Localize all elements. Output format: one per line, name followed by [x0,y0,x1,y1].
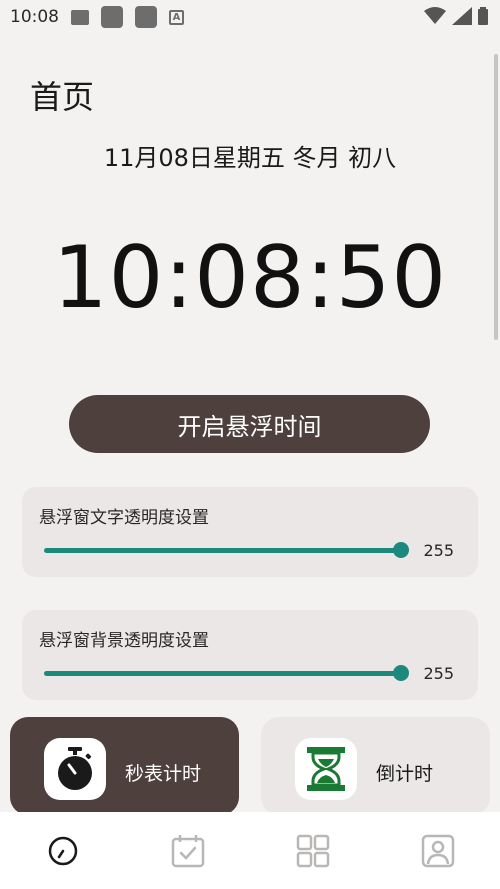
nav-tools[interactable] [283,821,343,881]
app-notification-icon-2 [135,6,157,28]
background-opacity-value: 255 [423,664,454,683]
stopwatch-label: 秒表计时 [125,763,202,785]
text-opacity-slider-thumb[interactable] [393,542,409,558]
text-opacity-value: 255 [423,541,454,560]
background-opacity-slider-thumb[interactable] [393,665,409,681]
hourglass-icon-box [295,738,357,800]
countdown-tile[interactable]: 倒计时 [261,717,490,815]
clock-icon [48,836,77,865]
text-opacity-slider-track[interactable] [44,548,402,553]
status-right-icons [424,7,488,25]
date-display: 11月08日星期五 冬月 初八 [103,144,397,172]
grid-icon [296,834,329,867]
background-opacity-card: 悬浮窗背景透明度设置 255 [22,610,478,700]
hourglass-icon [307,747,345,791]
status-bar: 10:08 A [0,0,500,34]
calendar-check-icon [171,834,204,867]
start-floating-time-button[interactable]: 开启悬浮时间 [69,395,430,453]
nav-profile[interactable] [408,821,468,881]
gallery-notification-icon [71,9,89,25]
countdown-label: 倒计时 [376,763,434,785]
clock-display: 10:08:50 [52,228,448,328]
app-notification-icon [101,6,123,28]
status-time: 10:08 [10,7,59,27]
text-opacity-card: 悬浮窗文字透明度设置 255 [22,487,478,577]
profile-icon [421,834,454,867]
wifi-icon [424,7,446,24]
text-opacity-title: 悬浮窗文字透明度设置 [39,508,209,528]
nav-calendar[interactable] [158,821,218,881]
battery-icon [478,7,488,25]
stopwatch-tile[interactable]: 秒表计时 [10,717,239,815]
stopwatch-icon-box [44,738,106,800]
font-notification-icon: A [169,9,184,25]
page-title: 首页 [30,78,95,116]
bottom-navigation [0,812,500,889]
stopwatch-icon [58,747,92,790]
nav-home[interactable] [33,821,93,881]
signal-icon [452,7,472,25]
background-opacity-slider-track[interactable] [44,671,402,676]
background-opacity-title: 悬浮窗背景透明度设置 [39,631,209,651]
